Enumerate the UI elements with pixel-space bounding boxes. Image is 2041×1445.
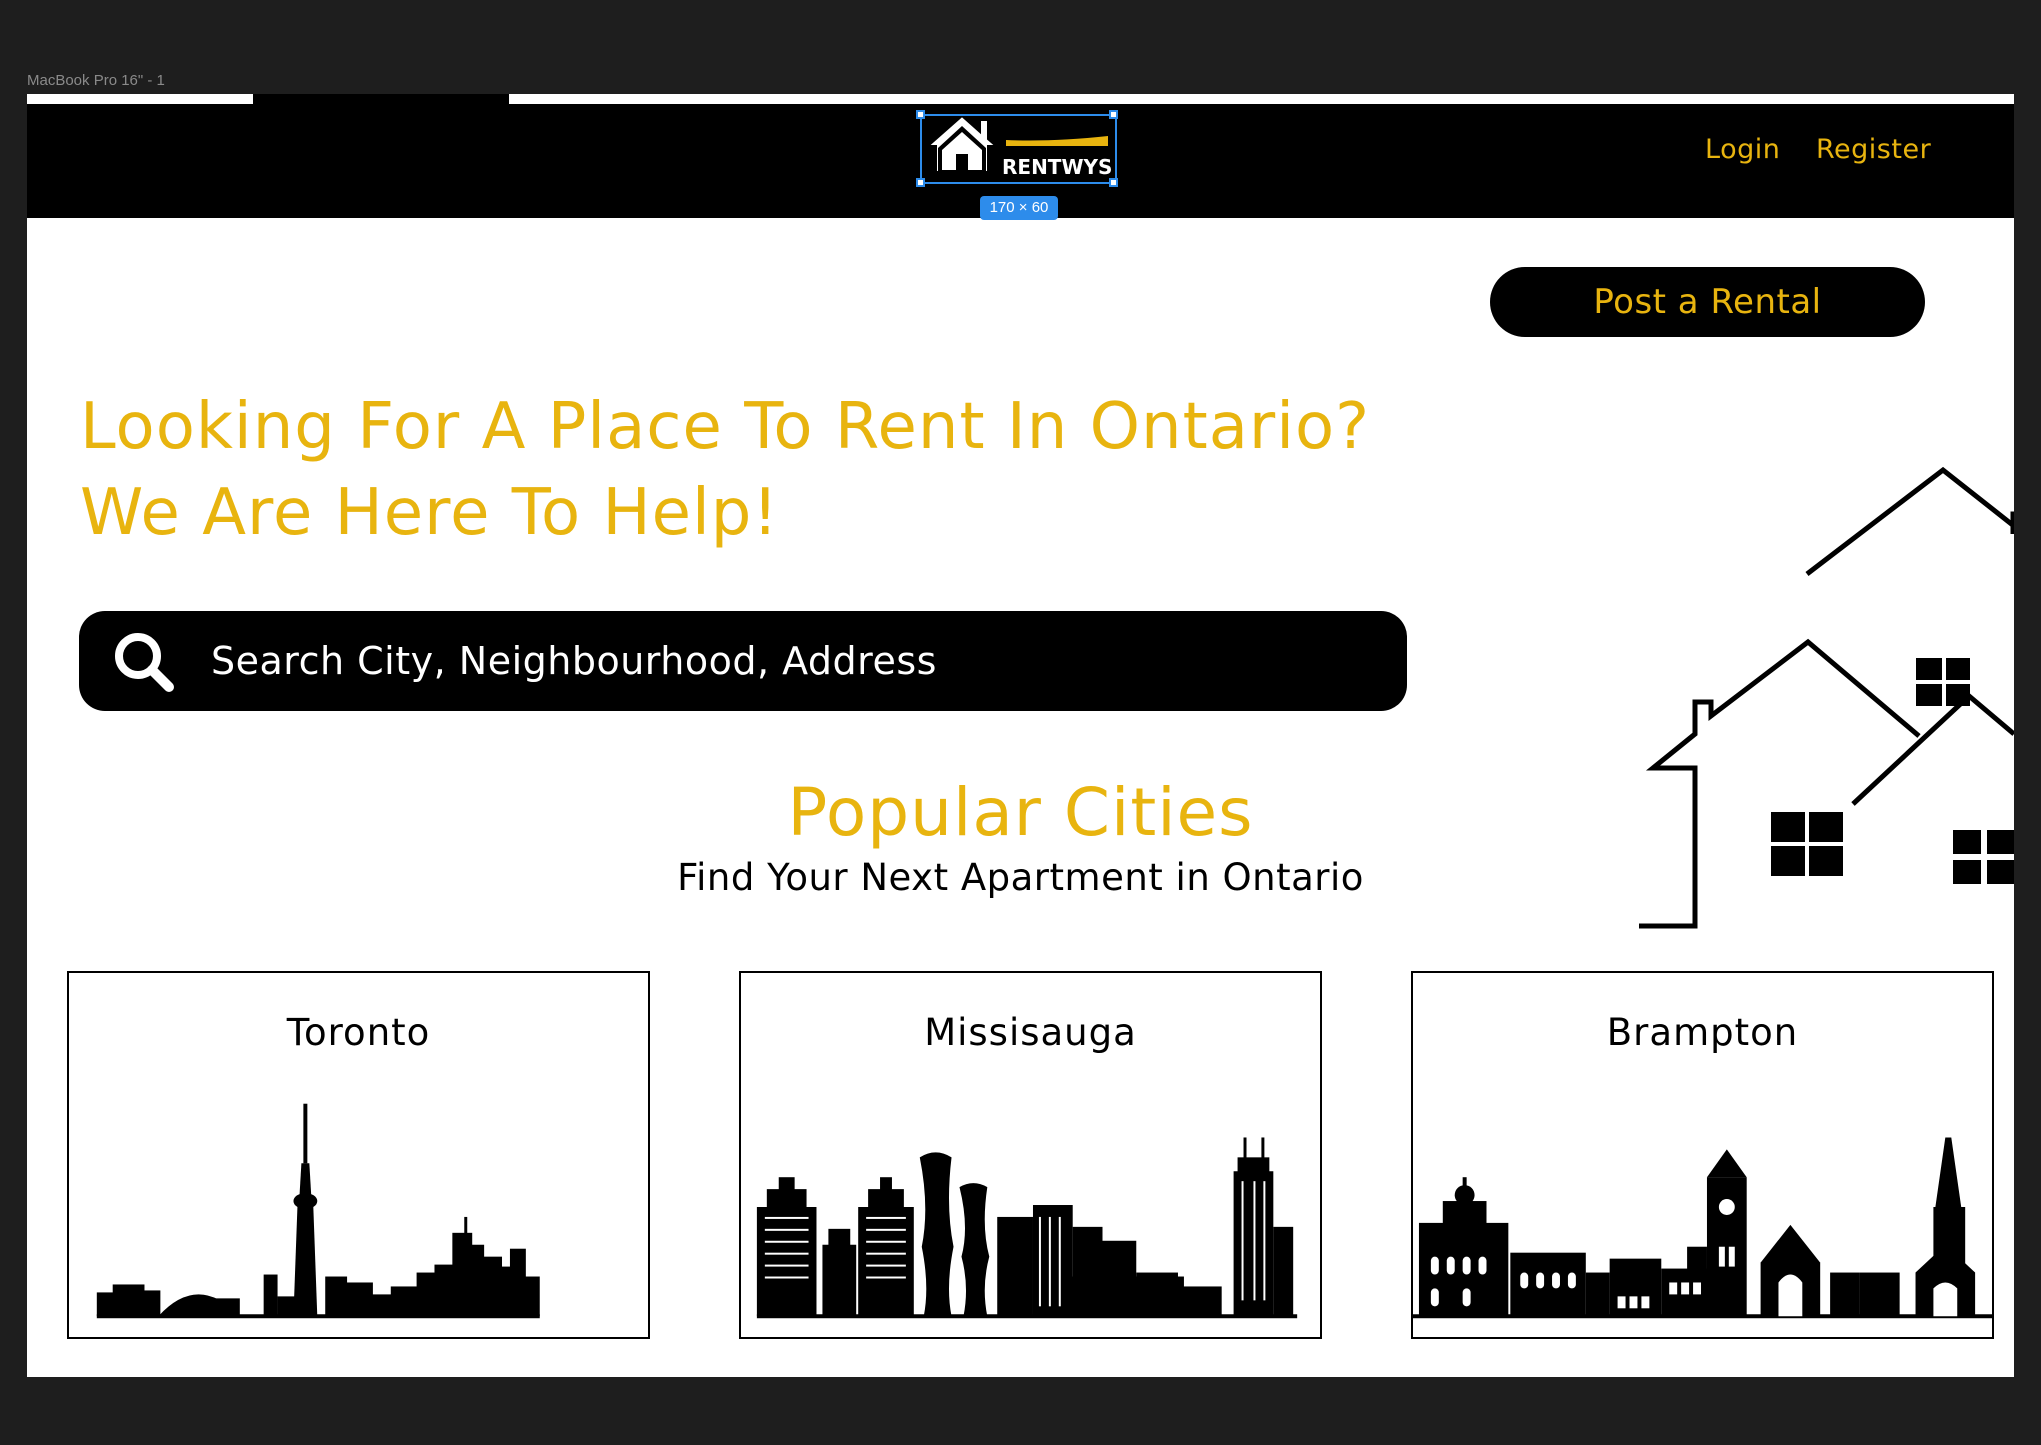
city-card-missisauga[interactable]: Missisauga bbox=[739, 971, 1322, 1339]
selection-size-badge: 170 × 60 bbox=[980, 196, 1058, 220]
selection-handle-bottom-right[interactable] bbox=[1109, 178, 1118, 187]
selection-handle-top-right[interactable] bbox=[1109, 110, 1118, 119]
search-bar[interactable]: Search City, Neighbourhood, Address bbox=[79, 611, 1407, 711]
login-link[interactable]: Login bbox=[1705, 134, 1780, 165]
hero-heading: Looking For A Place To Rent In Ontario? … bbox=[80, 384, 1480, 556]
city-name: Missisauga bbox=[924, 1011, 1137, 1054]
selection-handle-top-left[interactable] bbox=[916, 110, 925, 119]
artboard: RENTWYSE 170 × 60 Login Register Post a … bbox=[27, 94, 2014, 1377]
search-icon bbox=[115, 633, 174, 692]
hero-line-1: Looking For A Place To Rent In Ontario? bbox=[80, 390, 1371, 464]
brampton-skyline-icon bbox=[1413, 1137, 1992, 1319]
popular-cities-subtitle: Find Your Next Apartment in Ontario bbox=[677, 856, 1364, 899]
selection-handle-bottom-left[interactable] bbox=[916, 178, 925, 187]
post-rental-button[interactable]: Post a Rental bbox=[1490, 267, 1925, 337]
header-notch bbox=[253, 94, 509, 104]
hero-line-2: We Are Here To Help! bbox=[80, 476, 780, 550]
selection-outline bbox=[920, 114, 1117, 184]
city-name: Toronto bbox=[286, 1011, 431, 1054]
missisauga-skyline-icon bbox=[756, 1137, 1298, 1319]
artboard-label: MacBook Pro 16" - 1 bbox=[27, 72, 165, 89]
city-card-brampton[interactable]: Brampton bbox=[1411, 971, 1994, 1339]
city-name: Brampton bbox=[1606, 1011, 1799, 1054]
toronto-skyline-icon bbox=[96, 1103, 540, 1319]
register-link[interactable]: Register bbox=[1816, 134, 1931, 165]
popular-cities-heading: Popular Cities bbox=[787, 774, 1254, 851]
search-input[interactable]: Search City, Neighbourhood, Address bbox=[211, 639, 937, 683]
city-card-toronto[interactable]: Toronto bbox=[67, 971, 650, 1339]
